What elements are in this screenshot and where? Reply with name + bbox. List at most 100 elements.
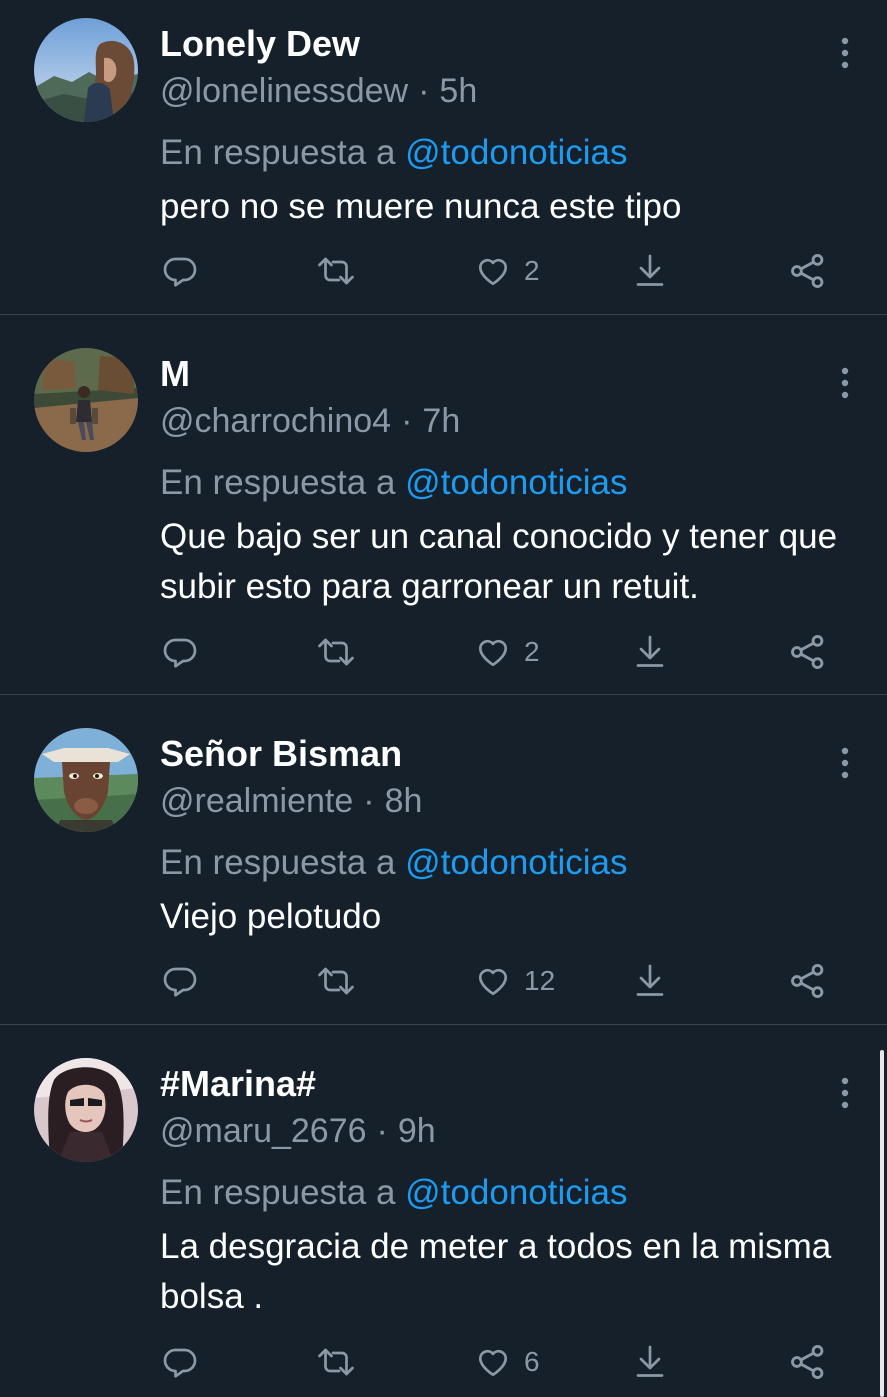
download-button[interactable] xyxy=(632,630,668,674)
like-button[interactable]: 12 xyxy=(474,959,555,1003)
heart-icon xyxy=(478,258,508,286)
reply-context: En respuesta a @todonoticias xyxy=(160,840,628,886)
reply-context: En respuesta a @todonoticias xyxy=(160,130,628,176)
tweet-divider xyxy=(0,1024,887,1025)
reply-icon xyxy=(163,1348,197,1378)
like-count: 12 xyxy=(524,965,556,996)
tweet-text: Que bajo ser un canal conocido y tener q… xyxy=(160,517,838,606)
like-button[interactable]: 6 xyxy=(474,1340,540,1384)
tweet-text: La desgracia de meter a todos en la mism… xyxy=(160,1227,832,1316)
download-icon xyxy=(636,1345,664,1377)
separator-dot: · xyxy=(401,402,413,440)
handle[interactable]: @lonelinessdew xyxy=(160,72,408,110)
reply-mention-link[interactable]: @todonoticias xyxy=(405,133,627,172)
more-options-icon xyxy=(841,367,849,399)
tweet-text: pero no se muere nunca este tipo xyxy=(160,187,682,226)
scrollbar[interactable] xyxy=(880,1050,884,1397)
display-name[interactable]: M xyxy=(160,350,190,398)
more-options-icon xyxy=(841,747,849,779)
like-count: 2 xyxy=(524,255,540,286)
tweet[interactable]: Señor Bisman @realmiente · 8h En respuesta… xyxy=(0,710,887,1040)
tweet-meta: @maru_2676 · 9h xyxy=(160,1108,436,1154)
heart-icon xyxy=(478,639,508,667)
tweet-actions: 2 xyxy=(0,249,887,293)
retweet-icon xyxy=(318,1348,354,1376)
download-icon xyxy=(636,254,664,286)
reply-icon xyxy=(163,638,197,668)
reply-button[interactable] xyxy=(162,959,198,1003)
timestamp[interactable]: 7h xyxy=(422,402,460,440)
handle[interactable]: @charrochino4 xyxy=(160,402,391,440)
tweet-meta: @charrochino4 · 7h xyxy=(160,398,460,444)
reply-icon xyxy=(163,967,197,997)
reply-icon xyxy=(163,257,197,287)
avatar[interactable] xyxy=(34,18,138,122)
download-icon xyxy=(636,964,664,996)
more-options-icon xyxy=(841,37,849,69)
tweet-meta: @lonelinessdew · 5h xyxy=(160,68,477,114)
avatar[interactable] xyxy=(34,348,138,452)
share-button[interactable] xyxy=(788,959,828,1003)
handle[interactable]: @maru_2676 xyxy=(160,1112,367,1150)
share-button[interactable] xyxy=(788,1340,828,1384)
reply-button[interactable] xyxy=(162,630,198,674)
reply-prefix: En respuesta a xyxy=(160,463,396,502)
more-options-button[interactable] xyxy=(826,1074,864,1112)
share-button[interactable] xyxy=(788,630,828,674)
tweet[interactable]: #Marina# @maru_2676 · 9h En respuesta a @t… xyxy=(0,1040,887,1397)
more-options-icon xyxy=(841,1077,849,1109)
reply-button[interactable] xyxy=(162,249,198,293)
reply-mention-link[interactable]: @todonoticias xyxy=(405,463,627,502)
like-count: 6 xyxy=(524,1346,540,1377)
retweet-button[interactable] xyxy=(316,959,356,1003)
share-icon xyxy=(791,254,824,288)
download-button[interactable] xyxy=(632,959,668,1003)
tweet-actions: 12 xyxy=(0,959,887,1003)
reply-mention-link[interactable]: @todonoticias xyxy=(405,843,627,882)
download-icon xyxy=(636,635,664,667)
display-name[interactable]: Lonely Dew xyxy=(160,20,360,68)
reply-button[interactable] xyxy=(162,1340,198,1384)
retweet-icon xyxy=(318,638,354,666)
share-button[interactable] xyxy=(788,249,828,293)
tweet[interactable]: M @charrochino4 · 7h En respuesta a @todon… xyxy=(0,330,887,695)
avatar[interactable] xyxy=(34,728,138,832)
avatar[interactable] xyxy=(34,1058,138,1162)
separator-dot: · xyxy=(418,72,430,110)
display-name[interactable]: #Marina# xyxy=(160,1060,316,1108)
tweet-actions: 2 xyxy=(0,630,887,674)
share-icon xyxy=(791,1345,824,1379)
share-icon xyxy=(791,635,824,669)
share-icon xyxy=(791,964,824,998)
download-button[interactable] xyxy=(632,1340,668,1384)
retweet-button[interactable] xyxy=(316,1340,356,1384)
tweet-divider xyxy=(0,694,887,695)
separator-dot: · xyxy=(363,782,375,820)
retweet-icon xyxy=(318,257,354,285)
tweet[interactable]: Lonely Dew @lonelinessdew · 5h En respuest… xyxy=(0,0,887,330)
heart-icon xyxy=(478,968,508,996)
timestamp[interactable]: 8h xyxy=(385,782,423,820)
more-options-button[interactable] xyxy=(826,744,864,782)
reply-context: En respuesta a @todonoticias xyxy=(160,1170,628,1216)
tweet-meta: @realmiente · 8h xyxy=(160,778,422,824)
retweet-icon xyxy=(318,967,354,995)
separator-dot: · xyxy=(376,1112,388,1150)
reply-prefix: En respuesta a xyxy=(160,133,396,172)
reply-prefix: En respuesta a xyxy=(160,1173,396,1212)
handle[interactable]: @realmiente xyxy=(160,782,353,820)
like-button[interactable]: 2 xyxy=(474,630,540,674)
more-options-button[interactable] xyxy=(826,34,864,72)
reply-mention-link[interactable]: @todonoticias xyxy=(405,1173,627,1212)
retweet-button[interactable] xyxy=(316,249,356,293)
download-button[interactable] xyxy=(632,249,668,293)
retweet-button[interactable] xyxy=(316,630,356,674)
like-button[interactable]: 2 xyxy=(474,249,540,293)
reply-context: En respuesta a @todonoticias xyxy=(160,460,628,506)
timestamp[interactable]: 5h xyxy=(439,72,477,110)
tweet-actions: 6 xyxy=(0,1340,887,1384)
tweet-divider xyxy=(0,314,887,315)
more-options-button[interactable] xyxy=(826,364,864,402)
timestamp[interactable]: 9h xyxy=(398,1112,436,1150)
display-name[interactable]: Señor Bisman xyxy=(160,730,402,778)
